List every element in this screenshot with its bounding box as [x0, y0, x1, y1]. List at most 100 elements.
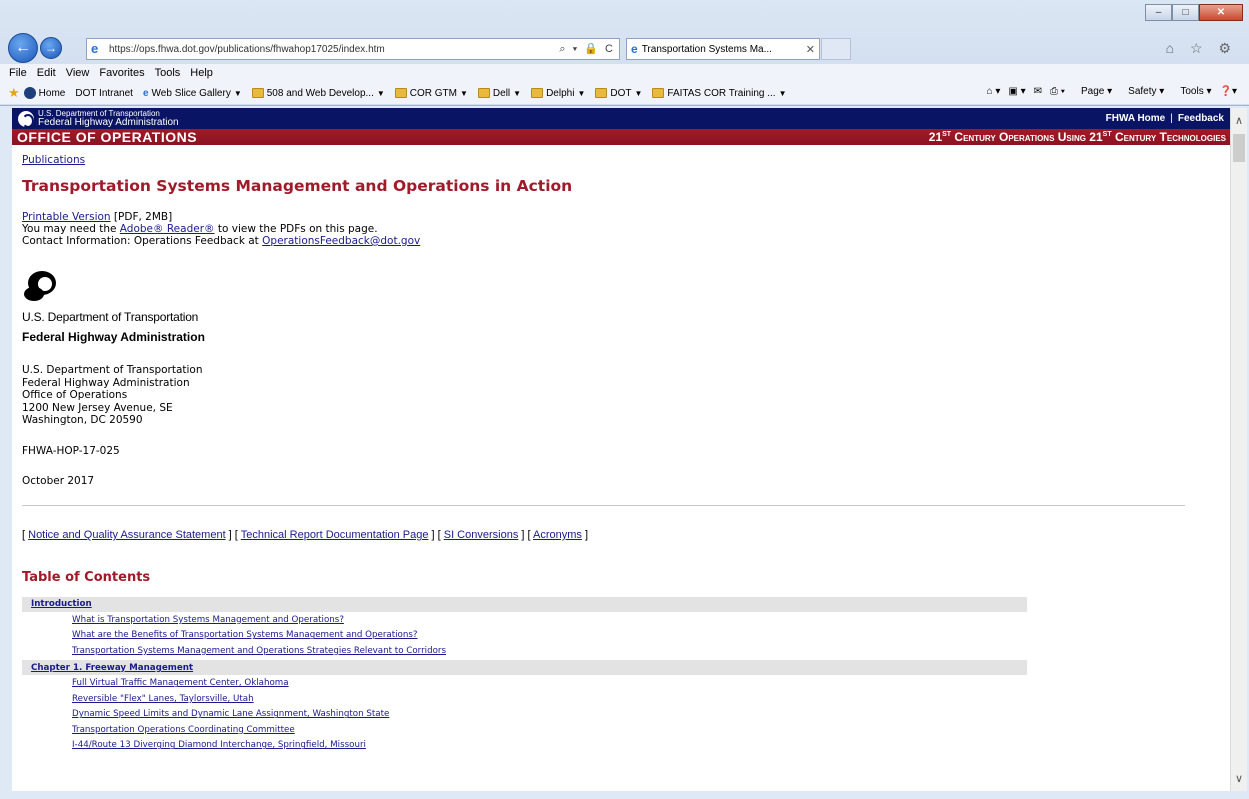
- home-icon[interactable]: ⌂ ▾: [987, 86, 1001, 97]
- report-number: FHWA-HOP-17-025: [22, 444, 120, 457]
- toc-item-link[interactable]: Transportation Operations Coordinating C…: [72, 725, 295, 735]
- reader-text: You may need the: [22, 223, 120, 235]
- maximize-button[interactable]: □: [1172, 4, 1199, 21]
- notice-qa-link[interactable]: Notice and Quality Assurance Statement: [28, 529, 226, 541]
- toc-item-link[interactable]: I-44/Route 13 Diverging Diamond Intercha…: [72, 740, 366, 750]
- address-line: 1200 New Jersey Avenue, SE: [22, 401, 173, 414]
- print-icon[interactable]: ⎙ ▾: [1050, 86, 1065, 97]
- scroll-up-icon[interactable]: ∧: [1235, 114, 1243, 127]
- toc-item-link[interactable]: Dynamic Speed Limits and Dynamic Lane As…: [72, 709, 389, 719]
- banner-title[interactable]: OFFICE OF OPERATIONS: [17, 129, 197, 145]
- address-line: U.S. Department of Transportation: [22, 364, 203, 376]
- toc-section-link[interactable]: Introduction: [31, 599, 92, 609]
- folder-icon: [652, 88, 665, 98]
- main-content: Publications Transportation Systems Mana…: [12, 145, 1230, 762]
- logo-line1: U.S. Department of Transportation: [22, 310, 199, 324]
- back-button[interactable]: ←: [8, 33, 38, 63]
- toc-item-link[interactable]: Full Virtual Traffic Management Center, …: [72, 678, 289, 688]
- command-bar: ⌂ ▾ ▣ ▾ ✉ ⎙ ▾ Page ▾ Safety ▾ Tools ▾ ❓▾: [979, 86, 1237, 97]
- folder-icon: [595, 88, 608, 98]
- fhwa-header: U.S. Department of Transportation Federa…: [12, 108, 1230, 129]
- si-conversions-link[interactable]: SI Conversions: [444, 529, 519, 541]
- feedback-link[interactable]: Feedback: [1178, 113, 1224, 124]
- breadcrumb: Publications: [22, 154, 1220, 166]
- dot-logo-icon: [18, 110, 34, 128]
- toc-item: Transportation Operations Coordinating C…: [22, 722, 1027, 738]
- fav-folder-cor-gtm[interactable]: COR GTM ▼: [394, 88, 468, 99]
- toc-section-link[interactable]: Chapter 1. Freeway Management: [31, 663, 193, 673]
- report-date: October 2017: [22, 474, 95, 487]
- vertical-scrollbar[interactable]: ∧ ∨: [1230, 108, 1247, 791]
- menu-favorites[interactable]: Favorites: [99, 67, 144, 79]
- address-tools[interactable]: ⌕ ▾ 🔒 C: [559, 42, 619, 56]
- toc-item-link[interactable]: Reversible "Flex" Lanes, Taylorsville, U…: [72, 694, 254, 704]
- fhwa-home-link[interactable]: FHWA Home: [1106, 113, 1166, 124]
- contact-text: Contact Information: Operations Feedback…: [22, 235, 263, 247]
- logo-line2: Federal Highway Administration: [22, 330, 205, 344]
- toc-item: Reversible "Flex" Lanes, Taylorsville, U…: [22, 691, 1027, 707]
- help-icon[interactable]: ❓▾: [1220, 86, 1237, 97]
- office-of-operations-banner: OFFICE OF OPERATIONS 21ST Century Operat…: [12, 129, 1230, 145]
- brand-line2: Federal Highway Administration: [38, 116, 179, 128]
- tab-active[interactable]: e Transportation Systems Ma... ✕: [626, 38, 820, 60]
- toc-item-link[interactable]: Transportation Systems Management and Op…: [72, 646, 446, 656]
- navigation-buttons: ← →: [8, 33, 62, 63]
- fav-folder-508[interactable]: 508 and Web Develop... ▼: [251, 88, 385, 99]
- toc-item: What is Transportation Systems Managemen…: [22, 612, 1027, 628]
- menu-file[interactable]: File: [9, 67, 27, 79]
- fav-folder-faitas[interactable]: FAITAS COR Training ... ▼: [652, 88, 787, 99]
- dot-tri-logo-icon: [24, 271, 64, 305]
- fav-web-slice[interactable]: e Web Slice Gallery ▼: [143, 88, 242, 99]
- menu-help[interactable]: Help: [190, 67, 213, 79]
- tab-title: Transportation Systems Ma...: [641, 43, 772, 55]
- breadcrumb-publications-link[interactable]: Publications: [22, 154, 85, 166]
- fav-folder-dell[interactable]: Dell ▼: [477, 88, 521, 99]
- mail-icon[interactable]: ✉: [1034, 86, 1042, 97]
- toc-item-link[interactable]: What are the Benefits of Transportation …: [72, 630, 418, 640]
- banner-tagline: 21ST Century Operations Using 21ST Centu…: [928, 130, 1226, 144]
- fav-home[interactable]: Home: [23, 87, 65, 99]
- address-bar[interactable]: e https://ops.fhwa.dot.gov/publications/…: [86, 38, 620, 60]
- minimize-button[interactable]: –: [1145, 4, 1172, 21]
- page-menu[interactable]: Page ▾: [1073, 86, 1112, 97]
- menu-tools[interactable]: Tools: [155, 67, 181, 79]
- publication-meta: Printable Version [PDF, 2MB] You may nee…: [22, 211, 1220, 247]
- new-tab-button[interactable]: [821, 38, 851, 60]
- forward-button[interactable]: →: [40, 37, 62, 59]
- usdot-fhwa-logo: U.S. Department of Transportation Federa…: [22, 271, 1220, 344]
- page-viewport: U.S. Department of Transportation Federa…: [12, 108, 1230, 791]
- toc-heading: Table of Contents: [22, 569, 151, 585]
- menu-view[interactable]: View: [66, 67, 90, 79]
- dot-brand[interactable]: U.S. Department of Transportation Federa…: [18, 109, 179, 128]
- menu-bar: File Edit View Favorites Tools Help: [0, 64, 1249, 82]
- address-line: Washington, DC 20590: [22, 414, 143, 427]
- close-button[interactable]: ✕: [1199, 4, 1243, 21]
- scroll-down-icon[interactable]: ∨: [1235, 772, 1243, 785]
- menu-edit[interactable]: Edit: [37, 67, 56, 79]
- operations-feedback-email-link[interactable]: OperationsFeedback@dot.gov: [262, 235, 420, 247]
- tab-close-icon[interactable]: ✕: [806, 43, 815, 56]
- printable-version-link[interactable]: Printable Version: [22, 211, 111, 223]
- folder-icon: [477, 88, 490, 98]
- toc-item-link[interactable]: What is Transportation Systems Managemen…: [72, 615, 344, 625]
- feeds-icon[interactable]: ▣ ▾: [1008, 86, 1025, 97]
- toc-section: Introduction: [22, 596, 1027, 612]
- acronyms-link[interactable]: Acronyms: [533, 529, 582, 541]
- fav-dot-intranet[interactable]: DOT Intranet: [75, 88, 133, 99]
- tools-menu[interactable]: Tools ▾: [1172, 86, 1211, 97]
- folder-icon: [394, 88, 407, 98]
- favorites-star-icon[interactable]: ★: [8, 85, 20, 101]
- scroll-thumb[interactable]: [1233, 134, 1245, 162]
- address-url[interactable]: https://ops.fhwa.dot.gov/publications/fh…: [109, 44, 559, 55]
- adobe-reader-link[interactable]: Adobe® Reader®: [120, 223, 215, 235]
- dot-icon: [23, 87, 36, 99]
- fav-folder-delphi[interactable]: Delphi ▼: [531, 88, 585, 99]
- front-matter-links: [ Notice and Quality Assurance Statement…: [22, 528, 589, 541]
- browser-chrome: – □ ✕ ← → e https://ops.fhwa.dot.gov/pub…: [0, 0, 1249, 106]
- tech-report-doc-link[interactable]: Technical Report Documentation Page: [241, 529, 429, 541]
- home-favorites-settings-icons[interactable]: ⌂ ☆ ⚙: [1166, 40, 1237, 57]
- address-line: Office of Operations: [22, 389, 128, 402]
- fav-folder-dot[interactable]: DOT ▼: [595, 88, 642, 99]
- printable-info: [PDF, 2MB]: [110, 211, 173, 223]
- safety-menu[interactable]: Safety ▾: [1120, 86, 1164, 97]
